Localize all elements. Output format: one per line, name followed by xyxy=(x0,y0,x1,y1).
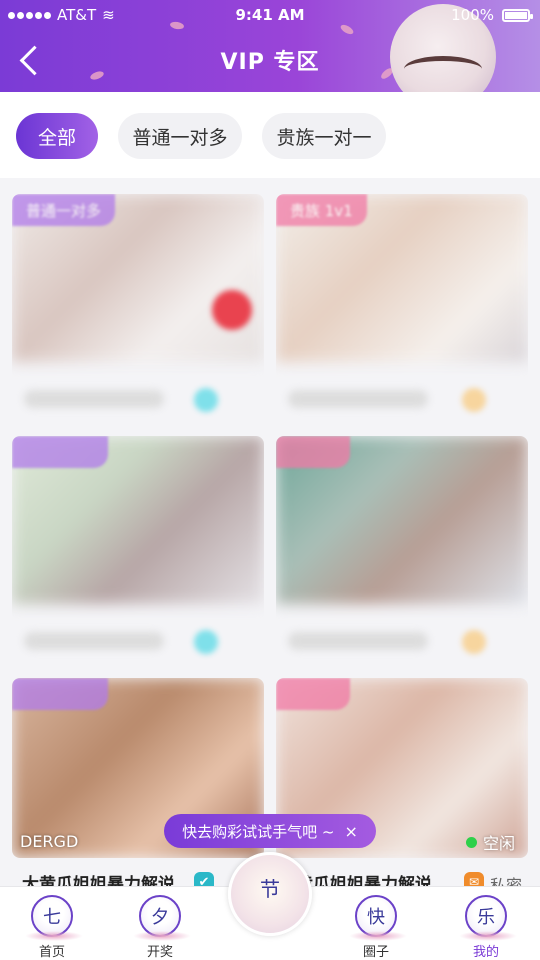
card-grid: 普通一对多 贵族 1v1 xyxy=(0,178,540,878)
blur-shape xyxy=(194,630,218,654)
card-caption xyxy=(288,632,428,650)
toast-text: 快去购彩试试手气吧 ~ xyxy=(182,822,335,841)
tab-label: 首页 xyxy=(38,945,65,960)
online-status: 空闲 xyxy=(466,830,515,854)
lottery-icon: 夕 xyxy=(133,895,191,941)
card-caption xyxy=(24,390,164,408)
streamer-card[interactable] xyxy=(276,436,528,672)
filter-group[interactable]: 普通一对多 xyxy=(118,113,242,159)
tab-mine[interactable]: 乐 我的 xyxy=(456,895,517,960)
battery-icon xyxy=(502,9,533,22)
profile-icon: 乐 xyxy=(459,895,517,941)
tab-label: 开奖 xyxy=(146,945,173,960)
tab-lottery[interactable]: 夕 开奖 xyxy=(130,895,191,960)
card-tag: 贵族 1v1 xyxy=(276,194,367,226)
promo-toast[interactable]: 快去购彩试试手气吧 ~ × xyxy=(164,814,376,848)
festival-icon: 节 xyxy=(260,876,280,901)
filter-all[interactable]: 全部 xyxy=(16,113,98,159)
header: AT&T ≋ 9:41 AM 100% VIP 专区 xyxy=(0,0,540,92)
filter-noble[interactable]: 贵族一对一 xyxy=(262,113,386,159)
blur-shape xyxy=(212,290,252,330)
blur-shape xyxy=(194,388,218,412)
close-icon[interactable]: × xyxy=(344,822,357,841)
card-tag: 普通一对多 xyxy=(12,194,116,226)
card-tag xyxy=(12,436,108,468)
streamer-card[interactable]: 贵族 1v1 xyxy=(276,194,528,430)
status-bar: AT&T ≋ 9:41 AM 100% xyxy=(0,0,540,30)
tab-label: 我的 xyxy=(472,945,499,960)
circle-icon: 快 xyxy=(349,895,407,941)
tab-label: 圈子 xyxy=(362,945,389,960)
card-caption xyxy=(24,632,164,650)
center-tab-button[interactable]: 节 xyxy=(228,852,312,936)
battery-percent: 100% xyxy=(451,6,494,24)
card-tag xyxy=(12,678,108,710)
online-dot-icon xyxy=(466,836,477,848)
home-icon: 七 xyxy=(25,895,83,941)
blur-shape xyxy=(462,630,486,654)
status-label: 空闲 xyxy=(483,834,516,853)
blur-shape xyxy=(462,388,486,412)
card-overlay-label: DERGD xyxy=(20,832,79,851)
filter-bar: 全部 普通一对多 贵族一对一 xyxy=(0,92,540,178)
page-title: VIP 专区 xyxy=(220,50,320,75)
card-tag xyxy=(276,678,350,710)
card-caption xyxy=(288,390,428,408)
card-tag xyxy=(276,436,350,468)
tab-home[interactable]: 七 首页 xyxy=(22,895,83,960)
streamer-card[interactable] xyxy=(12,436,264,672)
tab-circle[interactable]: 快 圈子 xyxy=(346,895,407,960)
streamer-card[interactable]: 普通一对多 xyxy=(12,194,264,430)
